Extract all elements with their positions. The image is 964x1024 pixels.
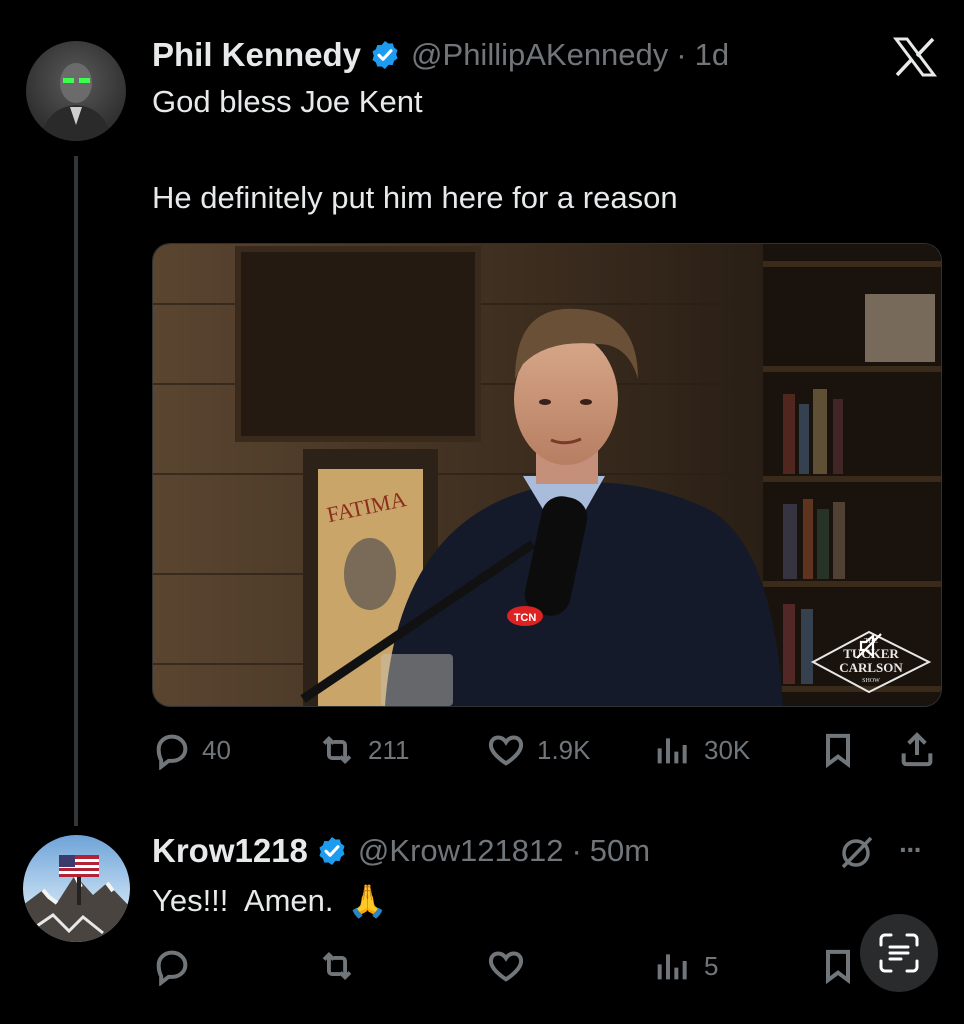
bookmark-icon: [826, 733, 850, 769]
author-avatar[interactable]: [26, 41, 126, 141]
author-name[interactable]: Phil Kennedy: [152, 36, 361, 74]
views-count: 30K: [704, 734, 751, 765]
views-icon: [657, 954, 687, 980]
reply-views-button[interactable]: 5: [652, 944, 718, 988]
show-logo-bottom: SHOW: [862, 678, 880, 684]
meta-separator: ·: [571, 833, 582, 868]
avatar-portrait: [40, 63, 112, 141]
tweet-text-line-2: He definitely put him here for a reason: [152, 180, 678, 215]
heart-icon: [488, 735, 524, 766]
repost-button[interactable]: 211: [316, 728, 409, 772]
more-options-button[interactable]: ···: [899, 834, 923, 866]
like-count: 1.9K: [537, 734, 591, 765]
verified-badge-icon: [319, 837, 345, 865]
pray-emoji: 🙏: [347, 883, 388, 919]
heart-icon: [488, 951, 524, 982]
tweet-header: Phil Kennedy @PhillipAKennedy · 1d: [152, 34, 729, 76]
reply-author-handle[interactable]: @Krow121812: [358, 833, 564, 869]
reply-time[interactable]: 50m: [590, 833, 650, 869]
video-frame: FATIMA TCN THE TUCKER CARLSON SHOW: [153, 244, 941, 706]
reply-count: 40: [202, 734, 231, 765]
video-player[interactable]: FATIMA TCN THE TUCKER CARLSON SHOW: [152, 243, 942, 707]
grok-icon[interactable]: [836, 832, 876, 872]
repost-count: 211: [368, 734, 410, 765]
reply-button[interactable]: 40: [152, 728, 231, 772]
reply-like-button[interactable]: [485, 944, 527, 988]
reply-text: Yes!!! Amen.: [152, 883, 334, 918]
repost-icon: [322, 735, 352, 765]
views-button[interactable]: 30K: [652, 728, 750, 772]
share-button[interactable]: [896, 728, 938, 772]
reply-bookmark-button[interactable]: [818, 944, 858, 988]
mic-badge-text: TCN: [514, 612, 537, 624]
repost-icon: [322, 951, 352, 981]
bookmark-button[interactable]: [818, 728, 858, 772]
author-handle[interactable]: @PhillipAKennedy: [411, 37, 668, 73]
text-scan-icon: [879, 933, 919, 973]
tweet-text-line-1: God bless Joe Kent: [152, 84, 423, 119]
reply-icon: [156, 950, 188, 986]
like-button[interactable]: 1.9K: [485, 728, 591, 772]
reply-icon: [156, 734, 188, 770]
reply-header: Krow1218 @Krow121812 · 50m: [152, 830, 650, 872]
x-logo-icon[interactable]: [893, 37, 937, 77]
reply-author-name[interactable]: Krow1218: [152, 832, 308, 870]
reply-repost-button[interactable]: [316, 944, 358, 988]
share-icon: [901, 732, 933, 767]
reply-views-count: 5: [704, 950, 719, 981]
meta-separator: ·: [676, 37, 687, 72]
live-text-scan-button[interactable]: [860, 914, 938, 992]
reply-text-row: Yes!!! Amen. 🙏: [152, 882, 387, 920]
views-icon: [657, 738, 687, 764]
reply-reply-button[interactable]: [152, 944, 192, 988]
thread-connector-line: [74, 156, 78, 826]
show-logo-line-2: CARLSON: [839, 660, 903, 675]
reply-avatar-mountain: [23, 855, 130, 942]
verified-badge-icon: [372, 41, 398, 69]
tweet-time[interactable]: 1d: [695, 37, 729, 73]
reply-author-avatar[interactable]: [23, 835, 130, 942]
bookmark-icon: [826, 949, 850, 985]
